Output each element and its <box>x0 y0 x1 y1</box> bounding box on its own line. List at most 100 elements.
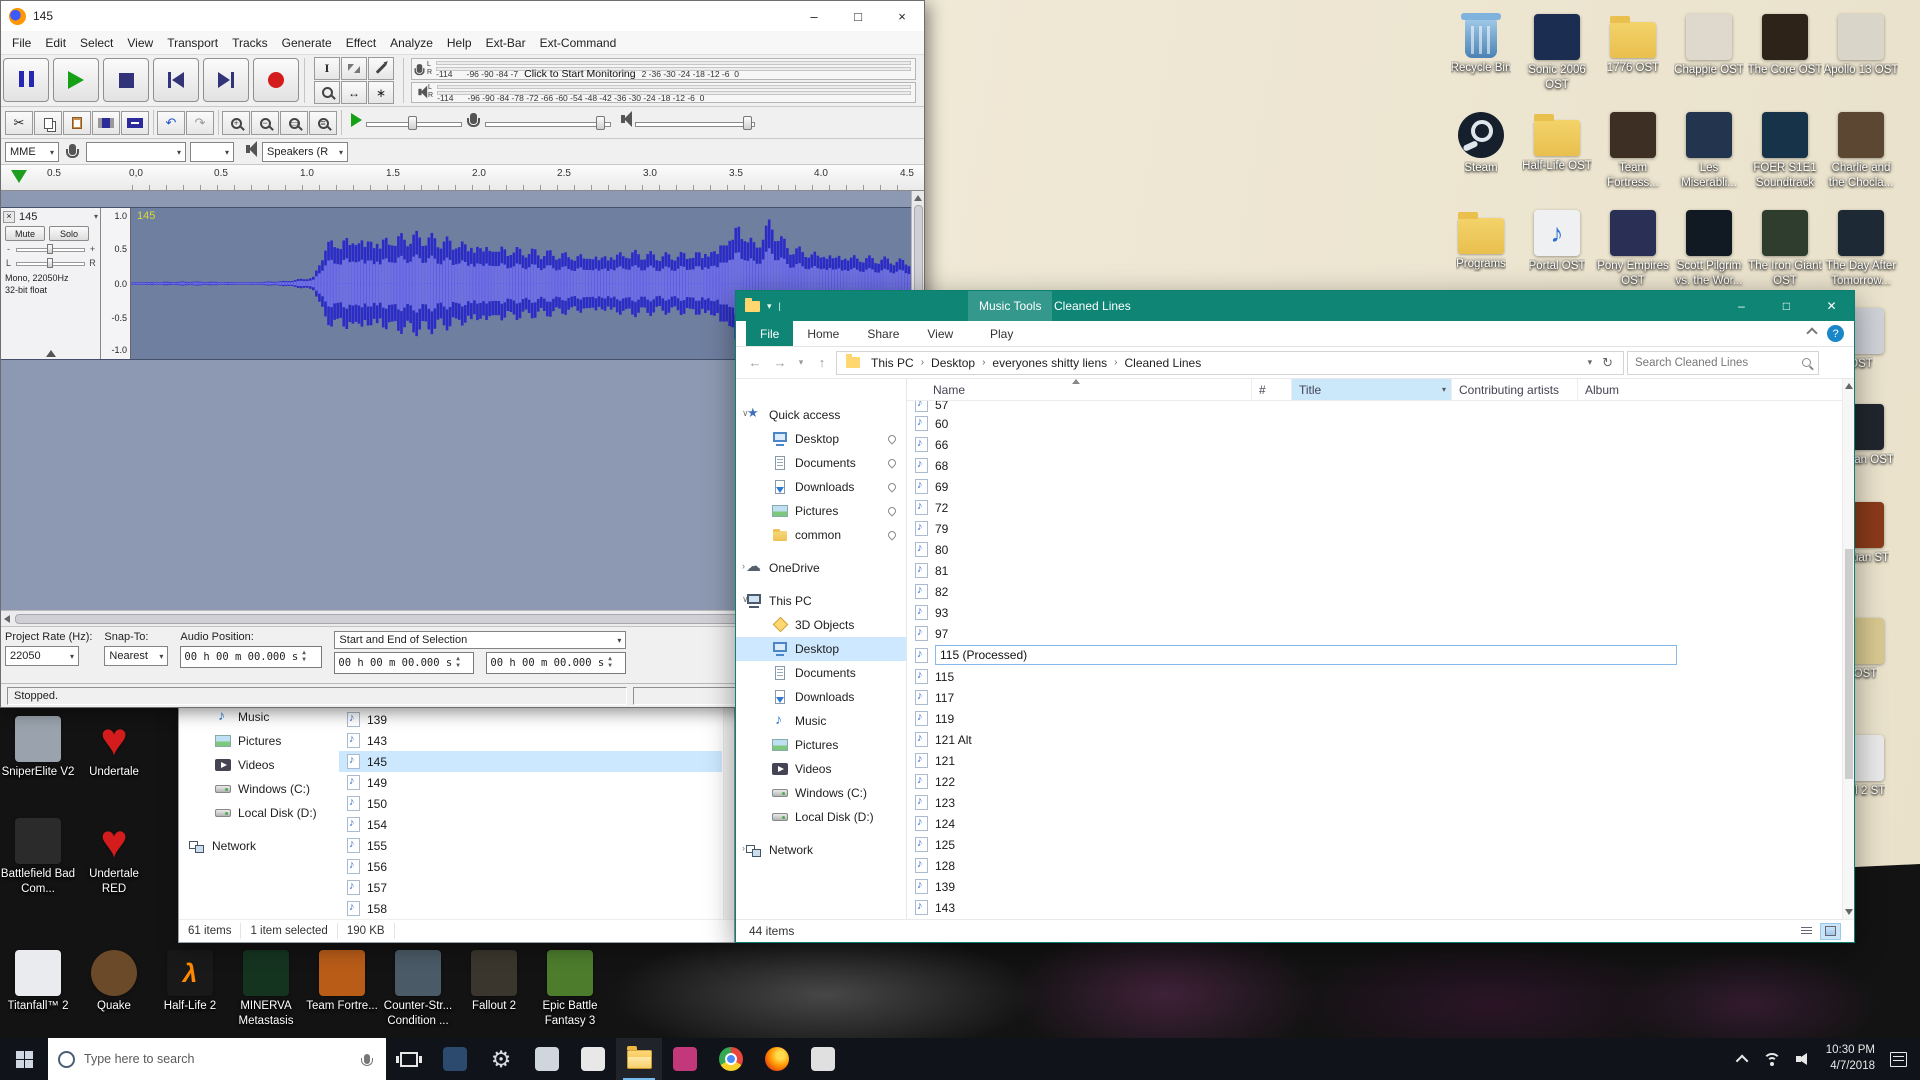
zoom-out-button[interactable]: − <box>251 111 279 135</box>
track-close-button[interactable]: × <box>3 211 15 223</box>
fit-project-button[interactable]: ≡ <box>309 111 337 135</box>
address-dropdown-icon[interactable]: ▾ <box>1583 357 1598 368</box>
taskbar-app-button[interactable] <box>708 1038 754 1080</box>
zoom-in-button[interactable]: + <box>222 111 250 135</box>
desktop-icon[interactable]: FOER S1E1 Soundtrack <box>1747 112 1823 191</box>
taskbar-app-button[interactable] <box>524 1038 570 1080</box>
selection-start-field[interactable]: 00 h 00 m 00.000 s▲▼ <box>334 652 474 674</box>
trim-button[interactable] <box>92 111 120 135</box>
task-view-button[interactable] <box>386 1038 432 1080</box>
desktop-icon[interactable]: Battlefield Bad Com... <box>0 818 76 897</box>
menu-item[interactable]: Ext-Bar <box>479 36 533 50</box>
selection-mode-select[interactable]: Start and End of Selection▾ <box>334 631 626 649</box>
track-collapse-icon[interactable] <box>46 350 56 357</box>
file-row[interactable]: 60 <box>907 413 1842 434</box>
nav-item[interactable]: 3D Objects <box>736 613 906 637</box>
desktop-icon[interactable]: Undertale <box>76 716 152 780</box>
fit-selection-button[interactable]: ▭ <box>280 111 308 135</box>
qat-customize-icon[interactable]: ▾ <box>767 301 772 312</box>
file-row[interactable]: 139 <box>339 709 722 730</box>
taskbar-app-button[interactable] <box>432 1038 478 1080</box>
breadcrumb-item[interactable]: Cleaned Lines <box>1117 356 1208 370</box>
nav-item[interactable]: Music <box>179 705 339 729</box>
desktop-icon[interactable]: Les Miserabli... <box>1671 112 1747 191</box>
column-header-artists[interactable]: Contributing artists <box>1452 379 1578 400</box>
desktop-icon[interactable]: Undertale RED <box>76 818 152 897</box>
silence-button[interactable] <box>121 111 149 135</box>
timeline-pin-icon[interactable] <box>11 170 27 183</box>
help-button[interactable]: ? <box>1827 325 1844 342</box>
nav-item[interactable]: Videos <box>736 757 906 781</box>
nav-item[interactable]: Local Disk (D:) <box>179 801 339 825</box>
nav-item[interactable]: Pictures <box>736 733 906 757</box>
nav-item[interactable]: Windows (C:) <box>179 777 339 801</box>
desktop-icon[interactable]: ♪Portal OST <box>1519 210 1595 289</box>
record-button[interactable] <box>253 58 299 102</box>
nav-item[interactable]: ›Network <box>736 838 906 862</box>
nav-item[interactable]: Network <box>179 834 339 858</box>
draw-tool-button[interactable] <box>368 57 394 80</box>
file-row[interactable]: 68 <box>907 455 1842 476</box>
taskbar-clock[interactable]: 10:30 PM 4/7/2018 <box>1826 1043 1875 1074</box>
menu-item[interactable]: Edit <box>38 36 73 50</box>
file-row[interactable]: 143 <box>907 897 1842 918</box>
address-bar[interactable]: ›This PC›Desktop›everyones shitty liens›… <box>836 351 1624 375</box>
file-row[interactable]: 139 <box>907 876 1842 897</box>
desktop-icon[interactable]: Pony Empires OST <box>1595 210 1671 289</box>
file-row[interactable]: 82 <box>907 581 1842 602</box>
maximize-button[interactable]: □ <box>1764 291 1809 321</box>
nav-item[interactable]: Music <box>736 709 906 733</box>
playback-device-select[interactable]: Speakers (R▾ <box>262 142 348 162</box>
menu-item[interactable]: Analyze <box>383 36 440 50</box>
stop-button[interactable] <box>103 58 149 102</box>
file-row[interactable]: 156 <box>339 856 722 877</box>
nav-item[interactable]: Windows (C:) <box>736 781 906 805</box>
start-monitoring-label[interactable]: Click to Start Monitoring <box>524 68 635 80</box>
desktop-icon[interactable]: Team Fortre... <box>304 950 380 1029</box>
nav-item[interactable]: ›OneDrive <box>736 556 906 580</box>
menu-item[interactable]: Select <box>73 36 120 50</box>
desktop-icon[interactable]: Fallout 2 <box>456 950 532 1029</box>
file-row[interactable]: 125 <box>907 834 1842 855</box>
file-row[interactable]: 154 <box>339 814 722 835</box>
file-row[interactable]: 123 <box>907 792 1842 813</box>
desktop-icon[interactable]: Titanfall™ 2 <box>0 950 76 1029</box>
selection-end-field[interactable]: 00 h 00 m 00.000 s▲▼ <box>486 652 626 674</box>
file-row[interactable]: 80 <box>907 539 1842 560</box>
ribbon-tab[interactable]: View <box>913 321 967 346</box>
action-center-icon[interactable] <box>1890 1052 1907 1067</box>
recording-device-select[interactable]: ▾ <box>86 142 186 162</box>
pause-button[interactable] <box>3 58 49 102</box>
recording-channels-select[interactable]: ▾ <box>190 142 234 162</box>
file-row[interactable]: 128 <box>907 855 1842 876</box>
file-row[interactable]: 149 <box>339 772 722 793</box>
desktop-icon[interactable]: Recycle Bin <box>1443 14 1519 93</box>
play-at-speed-button[interactable] <box>351 113 362 127</box>
file-row[interactable]: 119 <box>907 708 1842 729</box>
file-row[interactable]: 69 <box>907 476 1842 497</box>
menu-item[interactable]: Ext-Command <box>533 36 624 50</box>
file-row[interactable]: 93 <box>907 602 1842 623</box>
network-icon[interactable] <box>1763 1053 1781 1066</box>
file-row[interactable]: 143 <box>339 730 722 751</box>
recording-meter[interactable]: LR -114 -96 -90 -84 -7Click to Start Mon… <box>411 58 916 80</box>
menu-item[interactable]: File <box>5 36 38 50</box>
taskbar-app-button[interactable] <box>662 1038 708 1080</box>
refresh-icon[interactable]: ↻ <box>1597 355 1618 371</box>
scrollbar[interactable] <box>723 701 734 919</box>
ribbon-tab[interactable]: Home <box>793 321 853 346</box>
desktop-icon[interactable]: Counter-Str... Condition ... <box>380 950 456 1029</box>
file-row[interactable]: 124 <box>907 813 1842 834</box>
timeline-ruler[interactable]: 0.50,00.51.01.52.02.53.03.54.04.5 <box>1 165 924 191</box>
track-menu-icon[interactable]: ▾ <box>94 212 98 221</box>
desktop-icon[interactable]: Programs <box>1443 210 1519 289</box>
scrollbar[interactable] <box>1842 379 1854 919</box>
volume-icon[interactable] <box>1796 1053 1811 1066</box>
file-row[interactable]: 72 <box>907 497 1842 518</box>
file-row[interactable]: 121 <box>907 750 1842 771</box>
ribbon-tab[interactable]: Play <box>976 321 1027 346</box>
play-speed-slider[interactable] <box>366 113 462 133</box>
ribbon-collapse-icon[interactable] <box>1806 327 1817 338</box>
cut-button[interactable]: ✂ <box>5 111 33 135</box>
forward-button[interactable]: → <box>769 355 791 370</box>
